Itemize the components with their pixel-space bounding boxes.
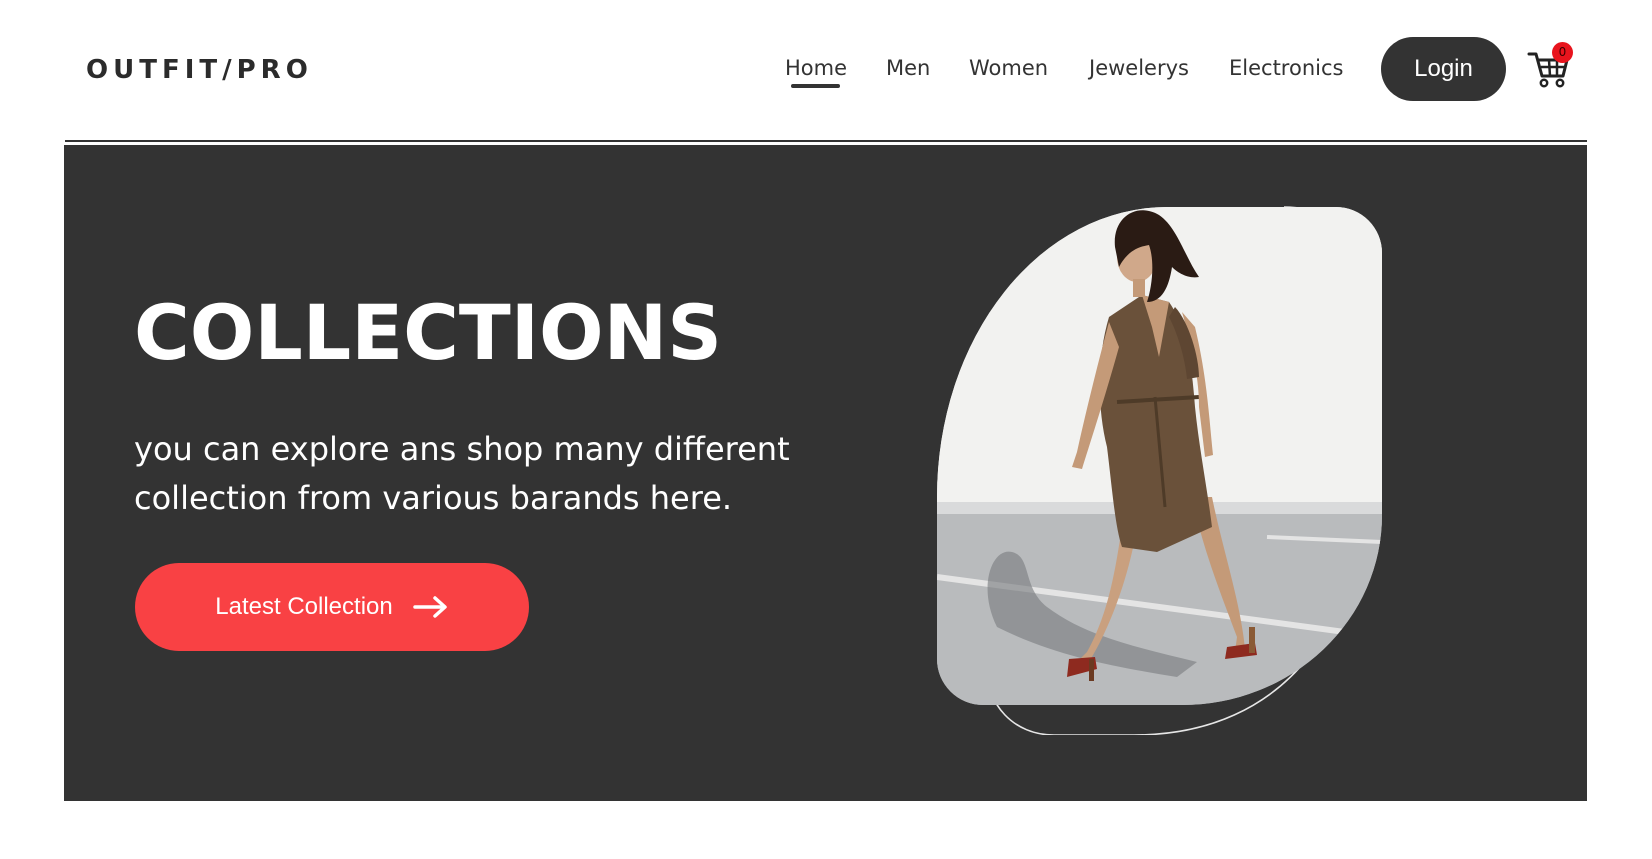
hero-description: you can explore ans shop many different … xyxy=(134,430,790,517)
site-header: OUTFIT/PRO Home Men Women Jewelerys Elec… xyxy=(0,0,1652,142)
active-nav-indicator xyxy=(791,84,840,88)
hero-image xyxy=(937,207,1382,705)
hero-title: COLLECTIONS xyxy=(134,288,722,377)
header-divider xyxy=(65,140,1587,142)
login-button[interactable]: Login xyxy=(1381,37,1506,101)
nav-men[interactable]: Men xyxy=(886,48,930,88)
nav-women[interactable]: Women xyxy=(969,48,1048,88)
nav-jewelerys[interactable]: Jewelerys xyxy=(1089,48,1189,88)
latest-collection-button[interactable]: Latest Collection xyxy=(135,563,529,651)
site-logo[interactable]: OUTFIT/PRO xyxy=(86,50,313,90)
hero-banner: COLLECTIONS you can explore ans shop man… xyxy=(64,145,1587,801)
nav-electronics[interactable]: Electronics xyxy=(1229,48,1343,88)
latest-collection-label: Latest Collection xyxy=(215,593,393,620)
nav-home[interactable]: Home xyxy=(785,48,847,88)
cart-count-badge: 0 xyxy=(1552,42,1573,63)
arrow-right-icon xyxy=(412,596,447,618)
